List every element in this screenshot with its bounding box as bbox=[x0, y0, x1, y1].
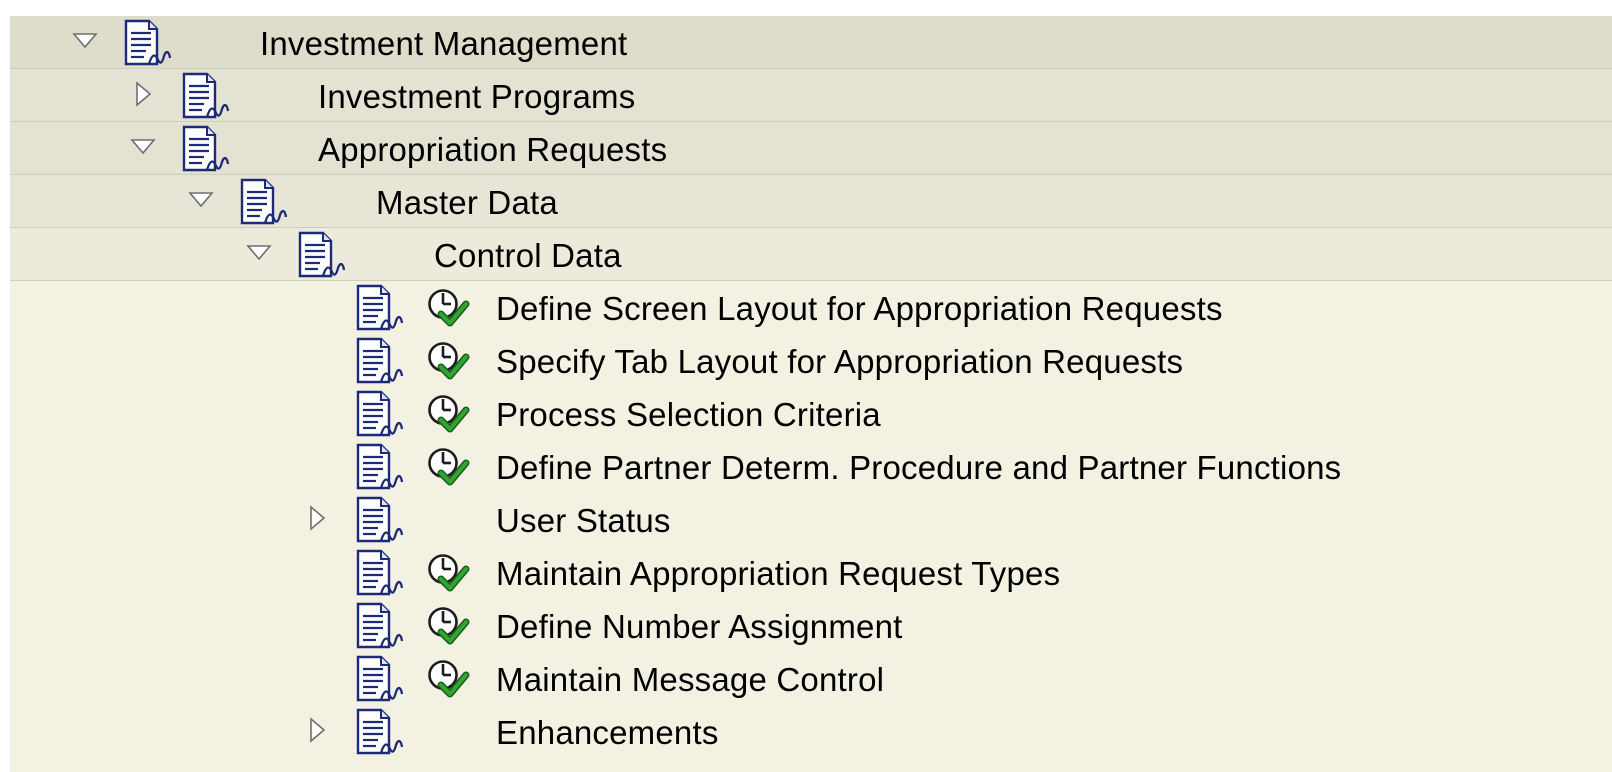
tree-item[interactable]: Enhancements bbox=[10, 705, 1612, 758]
clock-checkmark-icon[interactable] bbox=[426, 393, 470, 435]
tree-item[interactable]: Define Number Assignment bbox=[10, 599, 1612, 652]
documentation-icon[interactable] bbox=[354, 707, 406, 757]
documentation-icon[interactable] bbox=[354, 495, 406, 545]
triangle-down-icon[interactable] bbox=[72, 28, 98, 54]
tree-node-label[interactable]: Control Data bbox=[434, 231, 622, 281]
tree-node-label[interactable]: Define Number Assignment bbox=[496, 602, 903, 652]
documentation-icon[interactable] bbox=[354, 336, 406, 386]
documentation-icon[interactable] bbox=[180, 71, 232, 121]
tree-node-label[interactable]: Define Screen Layout for Appropriation R… bbox=[496, 284, 1223, 334]
tree-node-label[interactable]: Define Partner Determ. Procedure and Par… bbox=[496, 443, 1341, 493]
tree-item[interactable]: Define Screen Layout for Appropriation R… bbox=[10, 281, 1612, 334]
tree-node-label[interactable]: Maintain Message Control bbox=[496, 655, 884, 705]
tree-node[interactable]: Investment Programs bbox=[10, 69, 1612, 122]
tree-node-label[interactable]: Process Selection Criteria bbox=[496, 390, 881, 440]
triangle-right-icon[interactable] bbox=[304, 717, 330, 743]
clock-checkmark-icon[interactable] bbox=[426, 446, 470, 488]
tree-node[interactable]: Investment Management bbox=[10, 16, 1612, 69]
documentation-icon[interactable] bbox=[180, 124, 232, 174]
tree-item[interactable]: Define Partner Determ. Procedure and Par… bbox=[10, 440, 1612, 493]
tree-node[interactable]: Control Data bbox=[10, 228, 1612, 281]
tree-item[interactable]: Maintain Appropriation Request Types bbox=[10, 546, 1612, 599]
tree-item[interactable]: Specify Tab Layout for Appropriation Req… bbox=[10, 334, 1612, 387]
documentation-icon[interactable] bbox=[354, 601, 406, 651]
clock-checkmark-icon[interactable] bbox=[426, 287, 470, 329]
tree-node-label[interactable]: Master Data bbox=[376, 178, 558, 228]
tree-node-label[interactable]: User Status bbox=[496, 496, 671, 546]
documentation-icon[interactable] bbox=[354, 654, 406, 704]
clock-checkmark-icon[interactable] bbox=[426, 340, 470, 382]
triangle-down-icon[interactable] bbox=[130, 134, 156, 160]
tree-node[interactable]: Master Data bbox=[10, 175, 1612, 228]
triangle-down-icon[interactable] bbox=[246, 240, 272, 266]
tree-item[interactable]: Maintain Message Control bbox=[10, 652, 1612, 705]
documentation-icon[interactable] bbox=[354, 442, 406, 492]
documentation-icon[interactable] bbox=[354, 548, 406, 598]
triangle-down-icon[interactable] bbox=[188, 187, 214, 213]
clock-checkmark-icon[interactable] bbox=[426, 605, 470, 647]
triangle-right-icon[interactable] bbox=[130, 81, 156, 107]
documentation-icon[interactable] bbox=[238, 177, 290, 227]
tree-node-label[interactable]: Appropriation Requests bbox=[318, 125, 667, 175]
documentation-icon[interactable] bbox=[122, 18, 174, 68]
tree-item[interactable]: Process Selection Criteria bbox=[10, 387, 1612, 440]
tree-node-label[interactable]: Investment Management bbox=[260, 19, 627, 69]
structure-tree: Investment Management Investment Program… bbox=[10, 16, 1612, 772]
tree-node-label[interactable]: Enhancements bbox=[496, 708, 719, 758]
tree-node-label[interactable]: Maintain Appropriation Request Types bbox=[496, 549, 1060, 599]
clock-checkmark-icon[interactable] bbox=[426, 658, 470, 700]
documentation-icon[interactable] bbox=[354, 283, 406, 333]
clock-checkmark-icon[interactable] bbox=[426, 552, 470, 594]
tree-node[interactable]: Appropriation Requests bbox=[10, 122, 1612, 175]
tree-item[interactable]: User Status bbox=[10, 493, 1612, 546]
tree-node-label[interactable]: Investment Programs bbox=[318, 72, 635, 122]
triangle-right-icon[interactable] bbox=[304, 505, 330, 531]
documentation-icon[interactable] bbox=[354, 389, 406, 439]
tree-node-label[interactable]: Specify Tab Layout for Appropriation Req… bbox=[496, 337, 1183, 387]
documentation-icon[interactable] bbox=[296, 230, 348, 280]
